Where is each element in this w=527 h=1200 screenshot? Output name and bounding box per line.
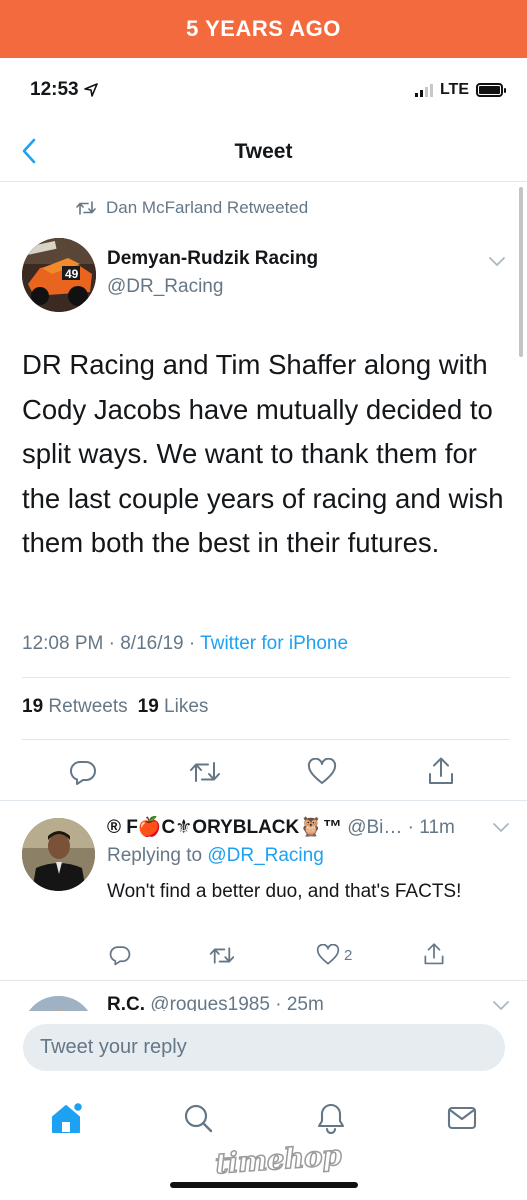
scrollbar[interactable]: [519, 187, 523, 357]
status-bar: 12:53 LTE: [0, 58, 527, 122]
divider: [0, 980, 527, 981]
chevron-down-icon: [493, 823, 509, 832]
reply-author-avatar[interactable]: [22, 818, 95, 891]
meta-separator: ·: [188, 633, 201, 654]
svg-text:49: 49: [65, 267, 79, 281]
status-indicators: LTE: [414, 81, 506, 99]
reply-header: ® F🍎C⚜ORYBLACK🦉™ @Bi… · 11m: [107, 815, 491, 839]
status-time: 12:53: [30, 79, 79, 100]
reply-reply-button[interactable]: [107, 941, 133, 969]
reply-share-button[interactable]: [421, 940, 447, 968]
status-time-group: 12:53: [30, 79, 98, 101]
tweet-text: DR Racing and Tim Shaffer along with Cod…: [22, 349, 504, 558]
retweet-icon: [76, 201, 96, 215]
reply-avatar-image: [22, 818, 95, 891]
likes-count: 19: [137, 696, 159, 717]
heart-icon: [316, 944, 340, 965]
tweet-time: 12:08 PM: [22, 633, 104, 654]
replying-to: Replying to @DR_Racing: [107, 845, 324, 867]
banner-text: 5 YEARS AGO: [186, 16, 341, 41]
reply-action-bar: 2: [0, 940, 527, 970]
divider: [22, 739, 510, 740]
tweet-date: 8/16/19: [120, 633, 184, 654]
share-icon: [429, 757, 453, 784]
reply-icon: [69, 760, 96, 785]
retweets-count: 19: [22, 696, 44, 717]
tab-bar: [0, 1088, 527, 1148]
chevron-down-icon: [489, 257, 505, 266]
retweets-label: Retweets: [48, 696, 128, 717]
retweet-button[interactable]: [187, 756, 223, 788]
page-title: Tweet: [234, 139, 293, 163]
network-label: LTE: [439, 81, 469, 98]
retweets-stat[interactable]: 19 Retweets: [22, 696, 128, 718]
home-icon: [52, 1101, 84, 1133]
battery-icon: [476, 83, 506, 97]
tab-search[interactable]: [178, 1100, 218, 1136]
reply-icon: [109, 946, 131, 966]
reply-composer-input[interactable]: Tweet your reply: [23, 1024, 505, 1071]
likes-stat[interactable]: 19 Likes: [138, 696, 209, 718]
author-avatar-image: 49: [22, 238, 96, 312]
replying-mention-link[interactable]: @DR_Racing: [207, 845, 323, 866]
share-button[interactable]: [425, 754, 457, 788]
likes-label: Likes: [164, 696, 209, 717]
replying-label: Replying to: [107, 845, 203, 866]
retweet-icon: [209, 946, 235, 964]
heart-icon: [307, 758, 337, 784]
search-icon: [184, 1104, 213, 1133]
reply-author-handle[interactable]: @Bi…: [347, 817, 402, 838]
tweet-stats: 19 Retweets 19 Likes: [22, 696, 208, 718]
timehop-banner: 5 YEARS AGO: [0, 0, 527, 58]
author-avatar[interactable]: 49: [22, 238, 96, 312]
location-arrow-icon: [83, 83, 98, 97]
tab-messages[interactable]: [442, 1100, 482, 1136]
tweet-source-link[interactable]: Twitter for iPhone: [200, 633, 348, 654]
notifications-icon: [317, 1103, 345, 1134]
author-handle[interactable]: @DR_Racing: [107, 276, 223, 298]
back-icon: [22, 138, 36, 164]
tweet-meta: 12:08 PM · 8/16/19 · Twitter for iPhone: [22, 633, 348, 655]
divider: [22, 677, 510, 678]
messages-icon: [447, 1106, 477, 1130]
divider: [0, 800, 527, 801]
share-icon: [424, 943, 444, 965]
meta-separator: ·: [407, 817, 420, 838]
reply-age: 11m: [419, 817, 455, 838]
signal-icon: [414, 83, 433, 97]
tweet-action-bar: [0, 752, 527, 790]
retweet-icon: [190, 762, 220, 782]
back-button[interactable]: [14, 136, 44, 166]
reply-like-count: 2: [344, 946, 353, 964]
retweet-context[interactable]: Dan McFarland Retweeted: [76, 198, 308, 218]
tab-home[interactable]: [47, 1100, 87, 1136]
home-indicator: [170, 1182, 358, 1188]
reply-author-name[interactable]: ® F🍎C⚜ORYBLACK🦉™: [107, 817, 342, 838]
reply-text: Won't find a better duo, and that's FACT…: [107, 881, 462, 902]
tweet-options-button[interactable]: [488, 255, 506, 273]
reply-like-button[interactable]: 2: [316, 941, 352, 969]
like-button[interactable]: [305, 756, 339, 788]
nav-bar: Tweet: [0, 122, 527, 182]
author-name[interactable]: Demyan-Rudzik Racing: [107, 248, 318, 270]
meta-separator: ·: [108, 633, 121, 654]
tab-notifications[interactable]: [311, 1100, 351, 1136]
reply-button[interactable]: [67, 756, 99, 788]
retweet-context-label: Dan McFarland Retweeted: [106, 198, 309, 217]
reply-retweet-button[interactable]: [207, 941, 237, 969]
reply-options-button[interactable]: [492, 821, 510, 839]
